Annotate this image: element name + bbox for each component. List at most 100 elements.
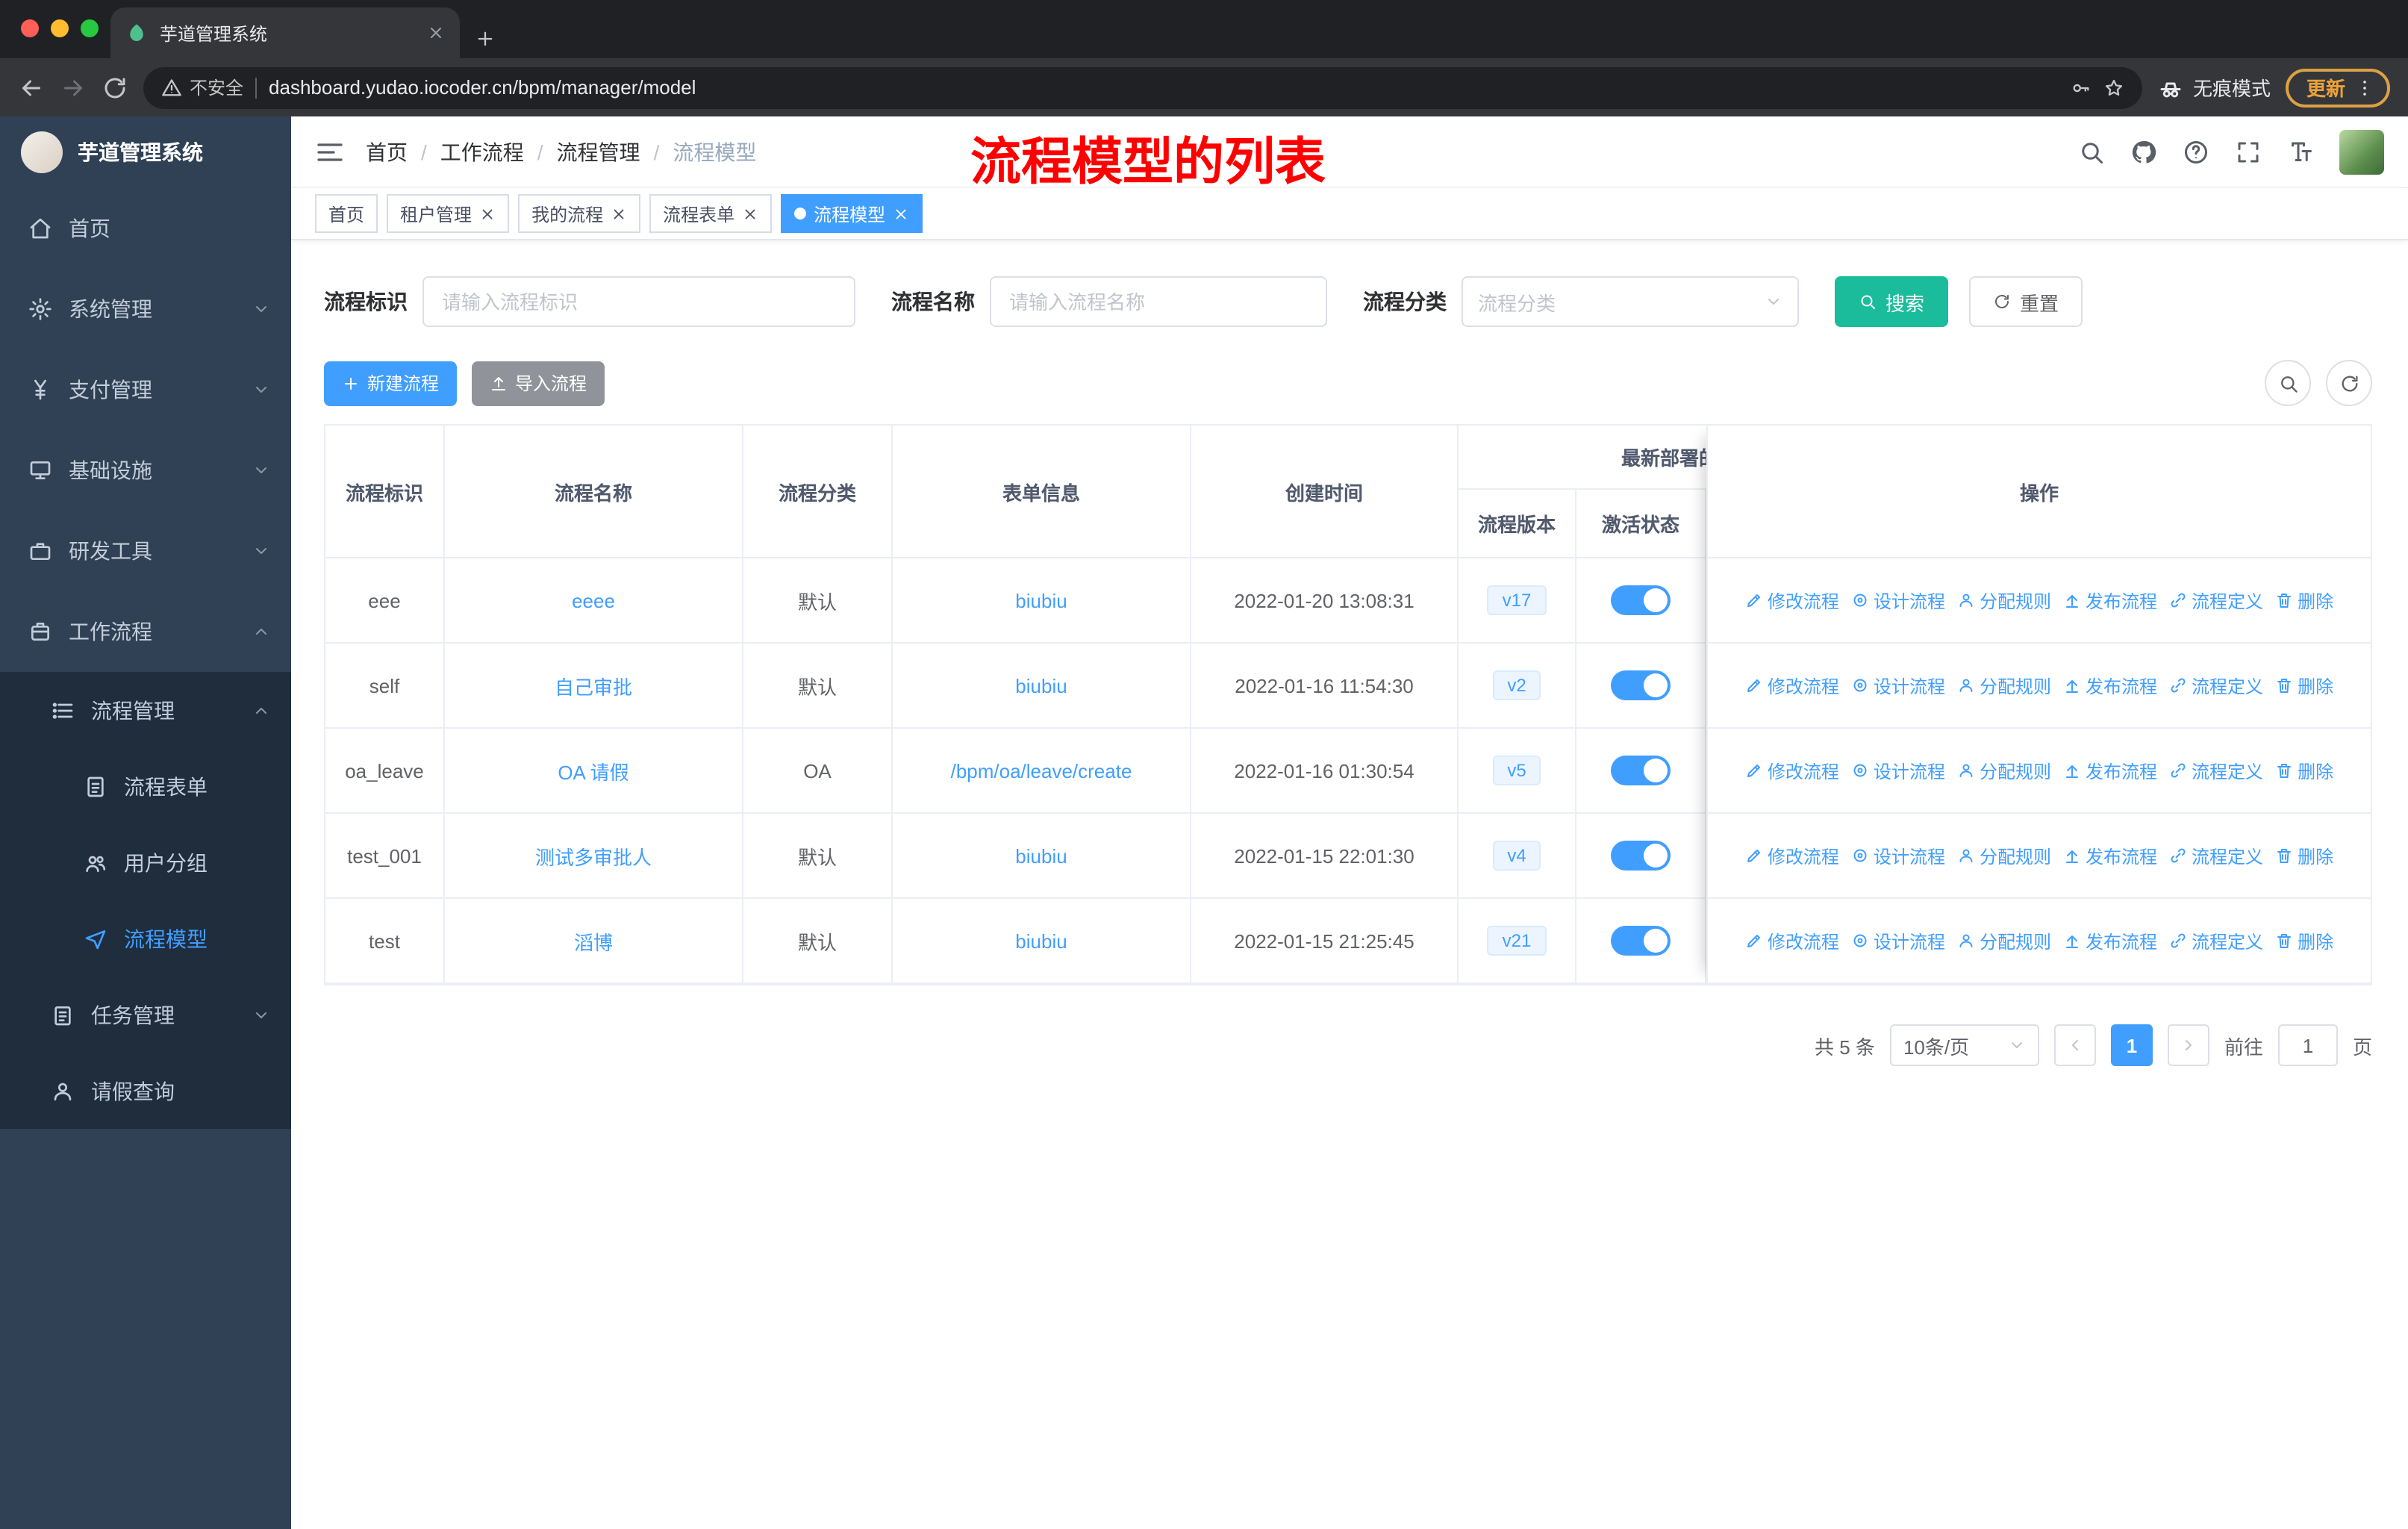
sidebar-item-devtools[interactable]: 研发工具 xyxy=(0,511,291,591)
design-process-link[interactable]: 设计流程 xyxy=(1851,843,1945,868)
search-icon[interactable] xyxy=(2078,138,2105,165)
design-process-link[interactable]: 设计流程 xyxy=(1851,673,1945,698)
tag-process-form[interactable]: 流程表单 xyxy=(649,194,773,233)
assign-rule-link[interactable]: 分配规则 xyxy=(1957,928,2051,953)
tag-process-model[interactable]: 流程模型 xyxy=(781,194,923,233)
search-button[interactable]: 搜索 xyxy=(1835,276,1949,327)
create-process-button[interactable]: 新建流程 xyxy=(324,361,458,405)
prev-page-button[interactable] xyxy=(2053,1024,2096,1066)
breadcrumb-item[interactable]: 流程管理 xyxy=(557,137,640,166)
back-button[interactable] xyxy=(18,74,45,101)
assign-rule-link[interactable]: 分配规则 xyxy=(1957,588,2051,613)
help-icon[interactable] xyxy=(2183,138,2209,165)
category-select[interactable]: 流程分类 xyxy=(1462,276,1799,327)
form-info-link[interactable]: biubiu xyxy=(1015,929,1067,952)
process-key-input[interactable] xyxy=(422,276,855,327)
breadcrumb-item[interactable]: 工作流程 xyxy=(440,137,524,166)
github-icon[interactable] xyxy=(2130,138,2157,165)
process-name-link[interactable]: 测试多审批人 xyxy=(535,841,652,870)
assign-rule-link[interactable]: 分配规则 xyxy=(1957,673,2051,698)
import-process-button[interactable]: 导入流程 xyxy=(472,361,605,405)
reset-button[interactable]: 重置 xyxy=(1969,276,2083,327)
delete-process-link[interactable]: 删除 xyxy=(2275,673,2333,698)
hamburger-icon[interactable] xyxy=(315,137,345,166)
form-info-link[interactable]: biubiu xyxy=(1015,674,1067,697)
sidebar-item-workflow[interactable]: 工作流程 xyxy=(0,591,291,672)
publish-process-link[interactable]: 发布流程 xyxy=(2063,843,2157,868)
tag-tenant[interactable]: 租户管理 xyxy=(387,194,510,233)
sidebar-item-payment[interactable]: 支付管理 xyxy=(0,349,291,430)
sidebar-item-infrastructure[interactable]: 基础设施 xyxy=(0,430,291,511)
sidebar-item-task-management[interactable]: 任务管理 xyxy=(0,977,291,1053)
publish-process-link[interactable]: 发布流程 xyxy=(2063,588,2157,613)
close-icon[interactable] xyxy=(893,205,909,222)
publish-process-link[interactable]: 发布流程 xyxy=(2063,758,2157,783)
delete-process-link[interactable]: 删除 xyxy=(2275,758,2333,783)
new-tab-button[interactable] xyxy=(475,28,496,49)
breadcrumb-item[interactable]: 首页 xyxy=(366,137,408,166)
security-chip[interactable]: 不安全 xyxy=(161,75,243,100)
process-definition-link[interactable]: 流程定义 xyxy=(2169,928,2263,953)
close-icon[interactable] xyxy=(479,205,496,222)
form-info-link[interactable]: biubiu xyxy=(1015,844,1067,867)
page-number-1[interactable]: 1 xyxy=(2110,1024,2153,1066)
assign-rule-link[interactable]: 分配规则 xyxy=(1957,843,2051,868)
process-definition-link[interactable]: 流程定义 xyxy=(2169,843,2263,868)
password-key-icon[interactable] xyxy=(2071,77,2092,98)
page-size-select[interactable]: 10条/页 xyxy=(1889,1024,2039,1066)
delete-process-link[interactable]: 删除 xyxy=(2275,843,2333,868)
delete-process-link[interactable]: 删除 xyxy=(2275,928,2333,953)
active-toggle[interactable] xyxy=(1611,585,1671,615)
close-icon[interactable] xyxy=(742,205,758,222)
design-process-link[interactable]: 设计流程 xyxy=(1851,928,1945,953)
process-definition-link[interactable]: 流程定义 xyxy=(2169,588,2263,613)
sidebar-item-user-group[interactable]: 用户分组 xyxy=(0,824,291,900)
tab-close-icon[interactable] xyxy=(427,24,445,42)
edit-process-link[interactable]: 修改流程 xyxy=(1745,673,1839,698)
refresh-table-button[interactable] xyxy=(2326,360,2372,406)
active-toggle[interactable] xyxy=(1611,756,1671,785)
sidebar-item-process-model[interactable]: 流程模型 xyxy=(0,900,291,977)
chrome-update-button[interactable]: 更新 xyxy=(2285,68,2390,107)
form-info-link[interactable]: biubiu xyxy=(1015,589,1067,611)
tag-my-process[interactable]: 我的流程 xyxy=(518,194,641,233)
next-page-button[interactable] xyxy=(2167,1024,2209,1066)
tag-home[interactable]: 首页 xyxy=(315,194,378,233)
design-process-link[interactable]: 设计流程 xyxy=(1851,758,1945,783)
sidebar-item-process-form[interactable]: 流程表单 xyxy=(0,748,291,824)
toggle-search-button[interactable] xyxy=(2265,360,2311,406)
reload-button[interactable] xyxy=(102,74,128,101)
menu-dots-icon[interactable] xyxy=(2354,77,2375,98)
user-avatar[interactable] xyxy=(2339,129,2384,174)
process-name-link[interactable]: eeee xyxy=(572,589,615,611)
process-name-link[interactable]: 自己审批 xyxy=(555,671,632,700)
address-bar[interactable]: 不安全 dashboard.yudao.iocoder.cn/bpm/manag… xyxy=(143,66,2142,108)
process-definition-link[interactable]: 流程定义 xyxy=(2169,673,2263,698)
close-window-button[interactable] xyxy=(21,19,39,37)
process-name-link[interactable]: OA 请假 xyxy=(558,756,628,785)
minimize-window-button[interactable] xyxy=(51,19,69,37)
process-definition-link[interactable]: 流程定义 xyxy=(2169,758,2263,783)
maximize-window-button[interactable] xyxy=(81,19,99,37)
active-toggle[interactable] xyxy=(1611,670,1671,700)
sidebar-item-system[interactable]: 系统管理 xyxy=(0,269,291,349)
design-process-link[interactable]: 设计流程 xyxy=(1851,588,1945,613)
publish-process-link[interactable]: 发布流程 xyxy=(2063,673,2157,698)
edit-process-link[interactable]: 修改流程 xyxy=(1745,588,1839,613)
sidebar-item-home[interactable]: 首页 xyxy=(0,188,291,269)
sidebar-item-leave-query[interactable]: 请假查询 xyxy=(0,1053,291,1129)
goto-page-input[interactable] xyxy=(2277,1024,2338,1066)
active-toggle[interactable] xyxy=(1611,841,1671,871)
form-info-link[interactable]: /bpm/oa/leave/create xyxy=(951,759,1132,782)
font-size-icon[interactable] xyxy=(2287,138,2314,165)
edit-process-link[interactable]: 修改流程 xyxy=(1745,928,1839,953)
delete-process-link[interactable]: 删除 xyxy=(2275,588,2333,613)
app-logo[interactable]: 芋道管理系统 xyxy=(0,116,291,188)
edit-process-link[interactable]: 修改流程 xyxy=(1745,843,1839,868)
active-toggle[interactable] xyxy=(1611,926,1671,956)
sidebar-item-process-management[interactable]: 流程管理 xyxy=(0,672,291,748)
publish-process-link[interactable]: 发布流程 xyxy=(2063,928,2157,953)
assign-rule-link[interactable]: 分配规则 xyxy=(1957,758,2051,783)
edit-process-link[interactable]: 修改流程 xyxy=(1745,758,1839,783)
bookmark-star-icon[interactable] xyxy=(2103,77,2124,98)
